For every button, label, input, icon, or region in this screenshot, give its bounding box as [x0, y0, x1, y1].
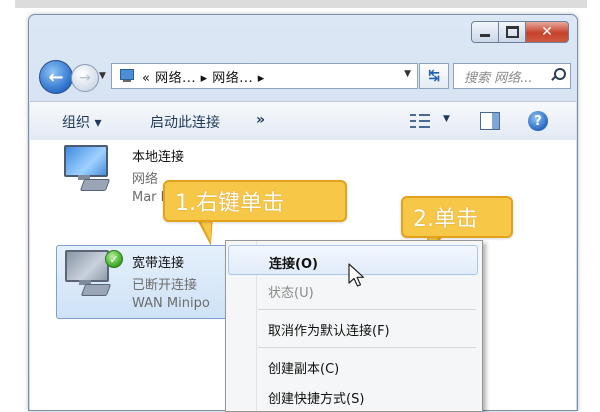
more-commands-button[interactable]: »: [256, 112, 265, 128]
local-connection-status: 网络: [132, 172, 159, 187]
menu-separator: [258, 347, 476, 348]
back-button[interactable]: ←: [39, 60, 73, 94]
address-dropdown-icon[interactable]: ▼: [404, 69, 411, 79]
start-connection-button[interactable]: 启动此连接: [150, 112, 220, 132]
menu-item-connect-label: 连接(O): [269, 257, 318, 272]
callout-click: 2.单击: [401, 196, 513, 238]
caption-buttons: ✕: [471, 21, 569, 43]
network-folder-icon: [118, 68, 136, 84]
menu-item-cancel-default-label: 取消作为默认连接(F): [268, 324, 390, 339]
menu-item-create-copy-label: 创建副本(C): [268, 362, 340, 377]
default-connection-check-icon: ✓: [105, 250, 123, 268]
callout-right-click-text: 1.右键单击: [175, 191, 284, 216]
menu-item-create-copy[interactable]: 创建副本(C): [228, 351, 478, 381]
preview-pane-icon[interactable]: [480, 112, 500, 130]
search-icon[interactable]: [550, 67, 566, 83]
refresh-button[interactable]: ↹: [419, 63, 449, 89]
local-connection-icon[interactable]: [60, 145, 112, 191]
broadband-connection-device: WAN Minipo: [132, 296, 210, 311]
menu-item-status-label: 状态(U): [268, 286, 314, 301]
minimize-icon: [480, 33, 490, 37]
search-box[interactable]: 搜索 网络...: [453, 63, 571, 89]
close-button[interactable]: ✕: [526, 21, 569, 43]
menu-item-cancel-default[interactable]: 取消作为默认连接(F): [228, 313, 478, 343]
maximize-icon: [505, 26, 519, 38]
minimize-button[interactable]: [471, 21, 499, 43]
top-strip-bar: [15, 0, 587, 8]
menu-item-create-shortcut[interactable]: 创建快捷方式(S): [228, 381, 478, 411]
forward-arrow-icon: →: [79, 70, 91, 86]
command-bar: 组织 ▾ 启动此连接 » ▼ ?: [30, 101, 576, 141]
callout-right-click: 1.右键单击: [163, 180, 347, 222]
organize-button[interactable]: 组织 ▾: [62, 112, 101, 132]
forward-button[interactable]: →: [71, 64, 99, 92]
mouse-cursor-icon: [348, 263, 365, 287]
maximize-button[interactable]: [499, 21, 526, 43]
search-input[interactable]: 搜索 网络...: [464, 67, 533, 86]
recent-pages-dropdown[interactable]: ▼: [99, 71, 106, 81]
broadband-connection-status: 已断开连接: [132, 278, 198, 293]
close-icon: ✕: [541, 24, 553, 40]
view-options-dropdown[interactable]: ▼: [443, 114, 450, 124]
change-view-icon[interactable]: [410, 113, 430, 129]
back-arrow-icon: ←: [48, 66, 64, 88]
callout-click-text: 2.单击: [413, 207, 478, 232]
breadcrumb[interactable]: « 网络... ▸ 网络... ▸: [142, 67, 265, 86]
menu-separator: [258, 309, 476, 310]
menu-item-create-shortcut-label: 创建快捷方式(S): [268, 392, 365, 407]
local-connection-name[interactable]: 本地连接: [132, 146, 184, 165]
address-bar[interactable]: « 网络... ▸ 网络... ▸ ▼: [111, 63, 418, 89]
help-icon[interactable]: ?: [528, 111, 548, 131]
refresh-icon: ↹: [428, 68, 440, 84]
broadband-connection-name: 宽带连接: [132, 256, 185, 271]
